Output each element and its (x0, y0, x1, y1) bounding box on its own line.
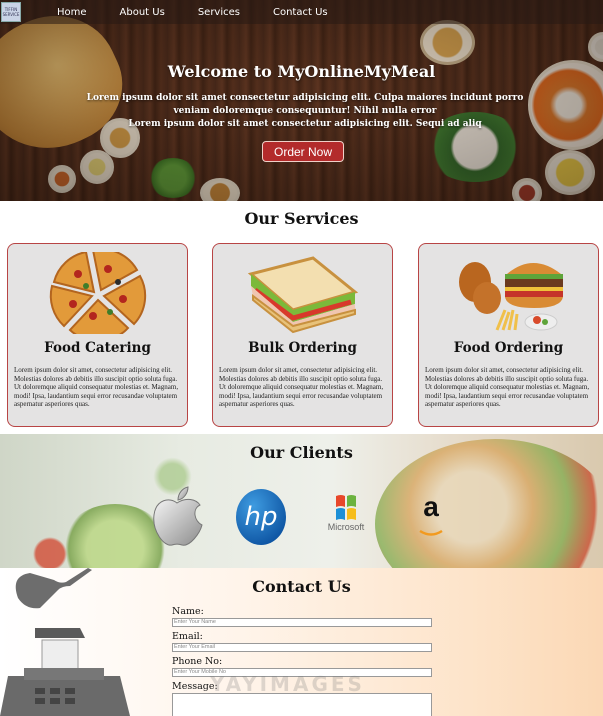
pizza-image (49, 252, 147, 334)
contact-form: Name: Enter Your Name Email: Enter Your … (172, 606, 434, 716)
contact-title: Contact Us (252, 577, 351, 596)
hero-title: Welcome to MyOnlineMyMeal (167, 62, 436, 81)
apple-logo (153, 486, 203, 546)
service-card-bulk[interactable]: Bulk Ordering Lorem ipsum dolor sit amet… (212, 243, 393, 427)
hp-logo-text: hp (245, 502, 278, 532)
nav-link-contact[interactable]: Contact Us (273, 7, 328, 18)
nav-links: Home About Us Services Contact Us (57, 7, 361, 18)
phone-label: Phone No: (172, 656, 223, 667)
navbar: TIFFIN SERVICE Home About Us Services Co… (0, 0, 603, 24)
microsoft-logo: Microsoft (323, 494, 369, 532)
service-card-title: Food Ordering (453, 340, 564, 356)
logo-text: TIFFIN SERVICE (2, 7, 20, 17)
hero-text: Lorem ipsum dolor sit amet consectetur a… (80, 92, 530, 131)
nav-link-services[interactable]: Services (198, 7, 240, 18)
service-card-text: Lorem ipsum dolor sit amet, consectetur … (425, 366, 590, 408)
email-input[interactable]: Enter Your Email (172, 643, 432, 652)
burger-image (459, 262, 563, 331)
service-card-catering[interactable]: Food Catering Lorem ipsum dolor sit amet… (7, 243, 188, 427)
nav-link-about[interactable]: About Us (120, 7, 165, 18)
hp-logo: hp (236, 489, 286, 545)
email-label: Email: (172, 631, 203, 642)
services-title: Our Services (244, 209, 359, 228)
amazon-logo-text: a (423, 491, 439, 522)
name-input[interactable]: Enter Your Name (172, 618, 432, 627)
sandwich-image (247, 256, 359, 334)
nav-link-home[interactable]: Home (57, 7, 87, 18)
amazon-logo: a (416, 492, 446, 541)
message-textarea[interactable] (172, 693, 432, 716)
amazon-smile-icon (419, 529, 443, 536)
tomato-image (30, 534, 70, 568)
service-card-ordering[interactable]: Food Ordering Lorem ipsum dolor sit amet… (418, 243, 599, 427)
site-logo[interactable]: TIFFIN SERVICE (1, 2, 21, 22)
microsoft-flag-icon (336, 495, 356, 520)
name-label: Name: (172, 606, 204, 617)
service-card-text: Lorem ipsum dolor sit amet, consectetur … (219, 366, 384, 408)
clients-title: Our Clients (250, 443, 353, 462)
hero-text-line-2: Lorem ipsum dolor sit amet consectetur a… (128, 119, 482, 129)
service-card-text: Lorem ipsum dolor sit amet, consectetur … (14, 366, 179, 408)
watermark: YAYIMAGES (210, 672, 365, 696)
hero-text-line-1: Lorem ipsum dolor sit amet consectetur a… (86, 93, 524, 116)
service-card-title: Food Catering (44, 340, 151, 356)
order-now-button[interactable]: Order Now (262, 141, 344, 162)
service-card-title: Bulk Ordering (248, 340, 357, 356)
microsoft-logo-text: Microsoft (327, 522, 365, 532)
